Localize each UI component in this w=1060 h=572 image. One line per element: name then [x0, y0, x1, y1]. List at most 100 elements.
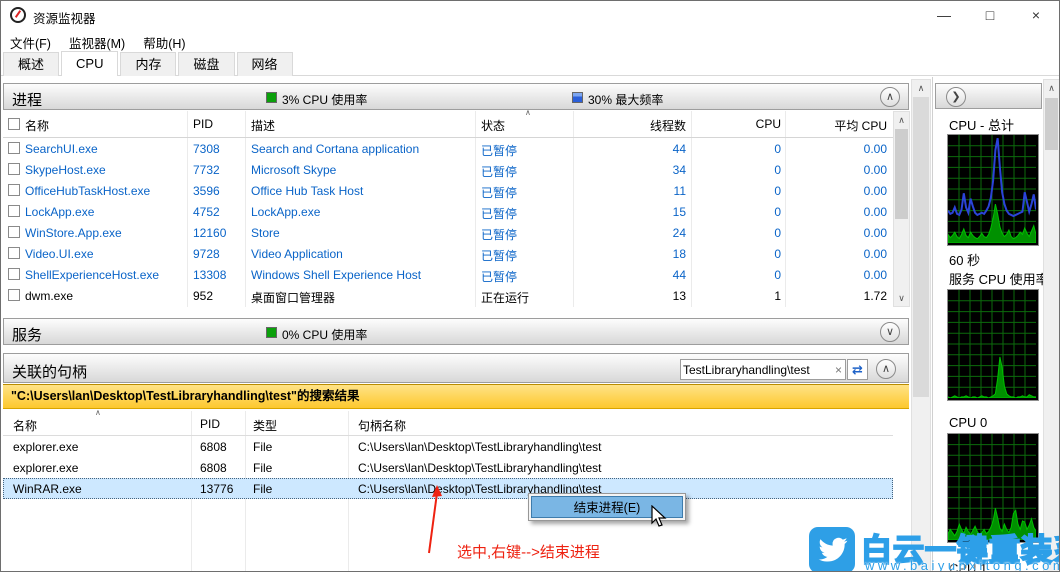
tab-0[interactable]: 概述: [3, 52, 60, 76]
services-expand-button[interactable]: ∨: [880, 322, 900, 342]
services-title: 服务: [12, 327, 43, 344]
process-status: 正在运行: [481, 291, 530, 305]
graphs-panel: ❯ CPU - 总计 60 秒 服务 CPU 使用率 CPU 0 CPU 1: [934, 77, 1049, 571]
row-checkbox[interactable]: [8, 289, 20, 301]
search-refresh-icon[interactable]: ⇄: [847, 359, 868, 380]
process-name: SkypeHost.exe: [25, 163, 106, 177]
handle-pid: 6808: [200, 461, 227, 475]
handle-process-name: explorer.exe: [13, 461, 79, 475]
select-all-checkbox[interactable]: [8, 118, 20, 130]
process-desc: Office Hub Task Host: [251, 184, 364, 198]
process-row[interactable]: Video.UI.exe 9728 Video Application 已暂停 18 0 0…: [3, 243, 893, 264]
menu-item-2[interactable]: 帮助(H): [134, 29, 194, 52]
scroll-up-icon[interactable]: ∧: [894, 112, 909, 128]
process-status: 已暂停: [481, 165, 518, 179]
handles-title: 关联的句柄: [12, 364, 88, 381]
handles-collapse-button[interactable]: ∧: [876, 359, 896, 379]
process-row[interactable]: ShellExperienceHost.exe 13308 Windows Shel…: [3, 264, 893, 285]
handle-type: File: [253, 482, 273, 496]
window-title: 资源监视器: [33, 12, 96, 26]
process-pid: 7308: [193, 142, 220, 156]
minimize-button[interactable]: —: [921, 1, 967, 29]
process-avg-cpu: 0.00: [863, 163, 887, 177]
row-checkbox[interactable]: [8, 163, 20, 175]
process-cpu: 0: [774, 142, 781, 156]
graphs-panel-header: ❯: [935, 83, 1042, 109]
row-checkbox[interactable]: [8, 247, 20, 259]
graphs-panel-scrollbar[interactable]: ∧: [1043, 79, 1059, 571]
process-row[interactable]: SkypeHost.exe 7732 Microsoft Skype 已暂停 34 0 0.…: [3, 159, 893, 180]
process-cpu: 1: [774, 289, 781, 303]
graph1-footer: 60 秒: [949, 253, 981, 268]
left-scroll-up-icon[interactable]: ∧: [912, 80, 930, 96]
processes-collapse-button[interactable]: ∧: [880, 87, 900, 107]
row-checkbox[interactable]: [8, 268, 20, 280]
process-avg-cpu: 0.00: [863, 184, 887, 198]
process-desc: 桌面窗口管理器: [251, 291, 336, 305]
row-checkbox[interactable]: [8, 184, 20, 196]
process-name: Video.UI.exe: [25, 247, 94, 261]
clear-search-icon[interactable]: ×: [832, 363, 845, 377]
process-status: 已暂停: [481, 270, 518, 284]
process-row[interactable]: OfficeHubTaskHost.exe 3596 Office Hub Task…: [3, 180, 893, 201]
row-checkbox[interactable]: [8, 205, 20, 217]
services-section-header[interactable]: 服务 0% CPU 使用率 ∨: [3, 318, 909, 345]
search-value[interactable]: TestLibraryhandling\test: [681, 363, 832, 377]
maximize-button[interactable]: □: [967, 1, 1013, 29]
process-status: 已暂停: [481, 144, 518, 158]
graphs-scroll-up-icon[interactable]: ∧: [1044, 80, 1059, 96]
cpu-usage-swatch-icon: [266, 92, 277, 103]
resource-monitor-window: 资源监视器 — □ × 文件(F) 监视器(M) 帮助(H) 概述 CPU 内存 磁盘 网络…: [0, 0, 1060, 572]
handles-sort-indicator-icon: ∧: [95, 408, 101, 417]
process-table-scrollbar[interactable]: ∧ ∨: [893, 111, 910, 307]
watermark-bird-icon: [809, 527, 855, 571]
handle-process-name: WinRAR.exe: [13, 482, 82, 496]
process-name: WinStore.App.exe: [25, 226, 122, 240]
handles-table-header: ∧ 名称 PID 类型 句柄名称: [3, 408, 893, 436]
handles-section-header[interactable]: 关联的句柄 TestLibraryhandling\test × ⇄ ∧: [3, 353, 909, 383]
graph2-title: 服务 CPU 使用率: [949, 272, 1049, 287]
services-cpu-usage-label: 0% CPU 使用率: [282, 328, 368, 342]
process-row[interactable]: LockApp.exe 4752 LockApp.exe 已暂停 15 0 0.00: [3, 201, 893, 222]
resource-monitor-icon: [10, 7, 26, 23]
mouse-cursor-icon: [651, 505, 667, 527]
tab-4[interactable]: 网络: [236, 52, 293, 76]
process-desc: LockApp.exe: [251, 205, 321, 219]
cpu-total-graph: [947, 134, 1039, 246]
graph3-title: CPU 0: [949, 415, 988, 430]
process-table: 名称 PID 描述 ∧ 状态 线程数 CPU 平均 CPU SearchUI.e…: [3, 108, 893, 307]
process-threads: 24: [672, 226, 686, 240]
search-result-bar: "C:\Users\lan\Desktop\TestLibraryhandlin…: [3, 384, 909, 409]
process-pid: 9728: [193, 247, 220, 261]
process-status: 已暂停: [481, 207, 518, 221]
menu-item-1[interactable]: 监视器(M): [60, 29, 134, 52]
processes-section-header[interactable]: 进程 3% CPU 使用率 30% 最大频率 ∧: [3, 83, 909, 110]
scroll-down-icon[interactable]: ∨: [894, 290, 909, 306]
process-row[interactable]: WinStore.App.exe 12160 Store 已暂停 24 0 0.00: [3, 222, 893, 243]
menu-item-0[interactable]: 文件(F): [1, 29, 60, 52]
tab-bar: 概述 CPU 内存 磁盘 网络: [1, 51, 1059, 76]
handle-pid: 13776: [200, 482, 234, 496]
handles-search-input[interactable]: TestLibraryhandling\test ×: [680, 359, 846, 380]
handle-row[interactable]: explorer.exe 6808 File C:\Users\lan\Desktop…: [3, 457, 893, 478]
tab-3[interactable]: 磁盘: [178, 52, 235, 76]
process-avg-cpu: 0.00: [863, 142, 887, 156]
process-desc: Microsoft Skype: [251, 163, 337, 177]
row-checkbox[interactable]: [8, 226, 20, 238]
tab-2[interactable]: 内存: [120, 52, 177, 76]
graphs-expand-button[interactable]: ❯: [946, 87, 966, 107]
process-row[interactable]: SearchUI.exe 7308 Search and Cortana appli…: [3, 138, 893, 159]
tab-1[interactable]: CPU: [61, 51, 119, 76]
process-threads: 15: [672, 205, 686, 219]
row-checkbox[interactable]: [8, 142, 20, 154]
process-cpu: 0: [774, 205, 781, 219]
close-button[interactable]: ×: [1013, 1, 1059, 29]
left-panel-scrollbar[interactable]: ∧: [911, 79, 931, 571]
process-row[interactable]: dwm.exe 952 桌面窗口管理器 正在运行 13 1 1.72: [3, 285, 893, 306]
process-pid: 13308: [193, 268, 227, 282]
process-avg-cpu: 0.00: [863, 226, 887, 240]
handle-row[interactable]: explorer.exe 6808 File C:\Users\lan\Desktop…: [3, 436, 893, 457]
processes-title: 进程: [12, 92, 43, 109]
process-name: SearchUI.exe: [25, 142, 98, 156]
title-bar: 资源监视器 — □ ×: [1, 1, 1059, 29]
